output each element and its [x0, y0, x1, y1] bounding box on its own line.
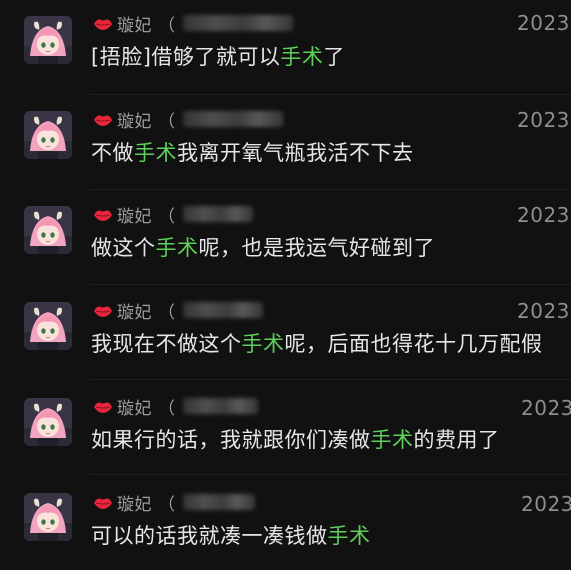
timestamp: 2023 [517, 11, 570, 35]
message-text-part: 我现在不做这个 [91, 332, 242, 356]
nickname[interactable]: 璇妃 [117, 202, 152, 227]
nickname-paren: （ [158, 494, 175, 515]
message-text-part: 呢，也是我运气好碰到了 [198, 236, 435, 260]
message-text-part: 如果行的话，我就跟你们凑做 [91, 428, 371, 452]
redacted-name [183, 15, 293, 31]
message-text-part: 可以的话我就凑一凑钱做 [91, 524, 328, 548]
nickname-paren: （ [158, 302, 175, 323]
lips-icon [93, 207, 113, 221]
lips-icon [93, 495, 113, 509]
message-item[interactable]: 璇妃 （ 2023 可以的话我就凑一凑钱做手术 [0, 475, 571, 570]
lips-icon [93, 399, 113, 413]
timestamp: 2023 [521, 396, 571, 420]
avatar[interactable] [24, 398, 72, 446]
keyword-highlight[interactable]: 手术 [156, 236, 199, 260]
message-header: 璇妃 （ [93, 394, 258, 419]
timestamp: 2023 [517, 108, 570, 132]
message-text-part: 做这个 [91, 236, 156, 260]
redacted-name [183, 494, 255, 510]
nickname-paren: （ [158, 111, 175, 132]
avatar[interactable] [24, 493, 72, 541]
lips-icon [93, 16, 113, 30]
message-text: [捂脸]借够了就可以手术了 [91, 41, 345, 71]
nickname[interactable]: 璇妃 [117, 490, 152, 515]
nickname[interactable]: 璇妃 [117, 394, 152, 419]
nickname-paren: （ [158, 15, 175, 36]
avatar[interactable] [24, 206, 72, 254]
message-item[interactable]: 璇妃 （ 2023 不做手术我离开氧气瓶我活不下去 [0, 95, 571, 190]
redacted-name [183, 111, 283, 127]
avatar[interactable] [24, 111, 72, 159]
message-item[interactable]: 璇妃 （ 2023 [捂脸]借够了就可以手术了 [0, 0, 571, 95]
message-text: 做这个手术呢，也是我运气好碰到了 [91, 232, 435, 262]
nickname[interactable]: 璇妃 [117, 298, 152, 323]
redacted-name [183, 302, 263, 318]
message-text-part: 不做 [91, 141, 134, 165]
message-text: 我现在不做这个手术呢，后面也得花十几万配假 [91, 328, 543, 358]
message-header: 璇妃 （ [93, 107, 283, 132]
avatar[interactable] [24, 16, 72, 64]
message-item[interactable]: 璇妃 （ 2023 我现在不做这个手术呢，后面也得花十几万配假 [0, 285, 571, 380]
lips-icon [93, 303, 113, 317]
message-header: 璇妃 （ [93, 202, 253, 227]
avatar[interactable] [24, 302, 72, 350]
message-text: 如果行的话，我就跟你们凑做手术的费用了 [91, 424, 500, 454]
message-text-part: 的费用了 [413, 428, 500, 452]
redacted-name [183, 398, 258, 414]
message-text-part: 我离开氧气瓶我活不下去 [177, 141, 414, 165]
keyword-highlight[interactable]: 手术 [134, 141, 177, 165]
message-item[interactable]: 璇妃 （ 2023 做这个手术呢，也是我运气好碰到了 [0, 190, 571, 285]
nickname[interactable]: 璇妃 [117, 107, 152, 132]
nickname-paren: （ [158, 398, 175, 419]
message-text: 可以的话我就凑一凑钱做手术 [91, 520, 371, 550]
nickname[interactable]: 璇妃 [117, 11, 152, 36]
nickname-paren: （ [158, 206, 175, 227]
message-item[interactable]: 璇妃 （ 2023 如果行的话，我就跟你们凑做手术的费用了 [0, 380, 571, 475]
message-text: 不做手术我离开氧气瓶我活不下去 [91, 137, 414, 167]
lips-icon [93, 112, 113, 126]
timestamp: 2023 [517, 299, 570, 323]
message-text-part: [捂脸]借够了就可以 [91, 45, 281, 69]
message-header: 璇妃 （ [93, 490, 255, 515]
message-header: 璇妃 （ [93, 298, 263, 323]
keyword-highlight[interactable]: 手术 [371, 428, 414, 452]
message-text-part: 呢，后面也得花十几万配假 [284, 332, 543, 356]
redacted-name [183, 206, 253, 222]
message-header: 璇妃 （ [93, 11, 293, 36]
keyword-highlight[interactable]: 手术 [280, 45, 323, 69]
message-text-part: 了 [323, 45, 345, 69]
timestamp: 2023 [517, 203, 570, 227]
keyword-highlight[interactable]: 手术 [242, 332, 285, 356]
timestamp: 2023 [521, 492, 571, 516]
keyword-highlight[interactable]: 手术 [328, 524, 371, 548]
